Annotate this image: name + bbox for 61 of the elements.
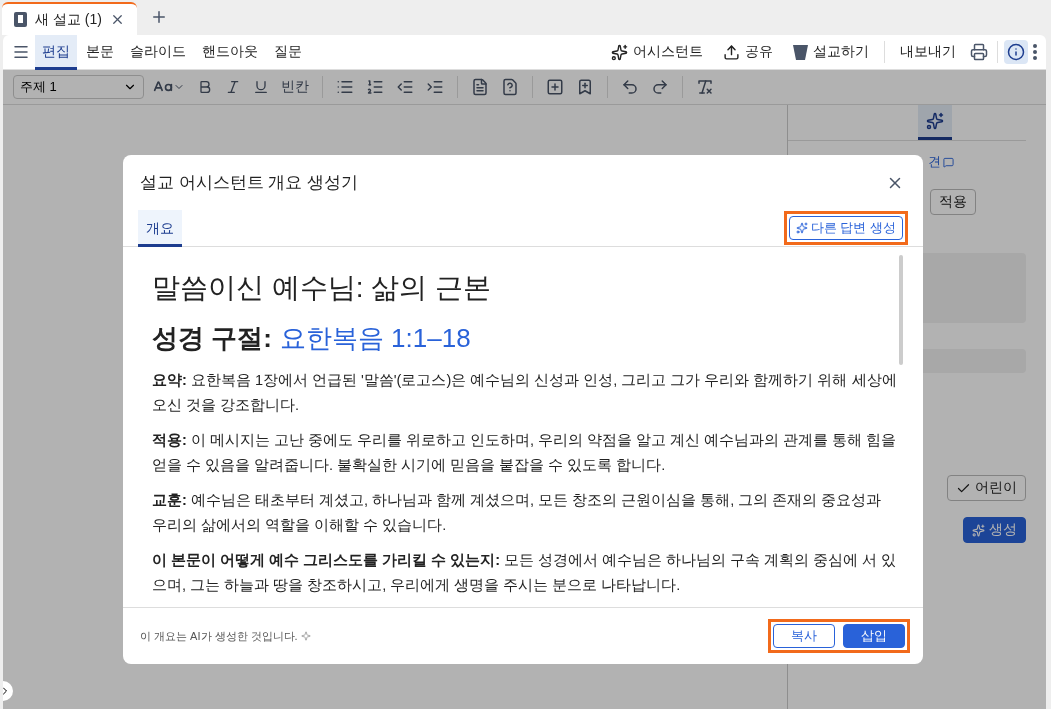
numbered-list-icon bbox=[366, 78, 384, 96]
undo-icon bbox=[621, 78, 639, 96]
redo-icon bbox=[651, 78, 669, 96]
outline-paragraph: 요약: 요한복음 1장에서 언급된 '말씀'(로고스)은 예수님의 신성과 인성, 그리고 그가 우리와 함께하기 위해 세상에 오신 것을 강조합니다. bbox=[152, 371, 898, 415]
tab-title: 새 설교 (1) bbox=[35, 10, 102, 29]
menu-tab[interactable]: 슬라이드 bbox=[123, 35, 193, 70]
assistant-button[interactable]: 어시스턴트 bbox=[602, 39, 712, 65]
comment-icon bbox=[943, 156, 954, 168]
sparkle-icon bbox=[972, 523, 985, 537]
generate-button[interactable]: 생성 bbox=[963, 517, 1026, 543]
menu-tab[interactable]: 핸드아웃 bbox=[195, 35, 265, 70]
feedback-link[interactable]: 견 bbox=[928, 153, 954, 171]
more-button[interactable] bbox=[1030, 41, 1040, 63]
insert-button[interactable]: 삽입 bbox=[843, 624, 905, 648]
italic-icon bbox=[225, 79, 241, 95]
document-icon bbox=[14, 12, 27, 27]
blank-button[interactable]: 빈칸 bbox=[278, 76, 312, 98]
regenerate-button[interactable]: 다른 답변 생성 bbox=[788, 216, 903, 240]
clear-format-icon bbox=[696, 78, 714, 96]
menu-icon bbox=[12, 43, 30, 61]
document-icon bbox=[471, 78, 489, 96]
menu-tab[interactable]: 본문 bbox=[79, 35, 121, 70]
export-button[interactable]: 내보내기 bbox=[891, 39, 965, 65]
more-icon bbox=[1033, 44, 1037, 60]
question-icon bbox=[501, 78, 519, 96]
audience-toggle[interactable]: 어린이 bbox=[947, 475, 1026, 501]
sparkle-icon bbox=[926, 112, 944, 130]
outline-paragraph: 교훈: 예수님은 태초부터 계셨고, 하나님과 함께 계셨으며, 모든 창조의 근원이심을 통해, 그의 존재의 중요성과 우리의 삶에서의 역할을 이해할 수 있습니다. bbox=[152, 491, 883, 535]
ai-notice: 이 개요는 AI가 생성한 것입니다. bbox=[140, 628, 298, 644]
bold-icon bbox=[197, 79, 213, 95]
outdent-icon bbox=[396, 78, 414, 96]
scrollbar-thumb[interactable] bbox=[899, 255, 903, 365]
pulpit-icon bbox=[793, 43, 808, 61]
style-select[interactable]: 주제 1 bbox=[13, 75, 144, 99]
info-button[interactable] bbox=[1004, 40, 1028, 64]
share-icon bbox=[723, 43, 740, 61]
menu-tab[interactable]: 편집 bbox=[35, 35, 77, 70]
indent-icon bbox=[426, 78, 444, 96]
sparkle-icon bbox=[795, 222, 808, 234]
outline-paragraph: 이 본문이 어떻게 예수 그리스도를 가리킬 수 있는지: 모든 성경에서 예수님은 하나님의 구속 계획의 중심에 서 있으며, 그는 하늘과 땅을 창조하시고, 우리에게 생명을 주시는 분으로 나타납니다. bbox=[152, 551, 898, 595]
outline-heading: 말씀이신 예수님: 삶의 근본 bbox=[152, 271, 493, 305]
share-button[interactable]: 공유 bbox=[714, 39, 782, 65]
dialog-title: 설교 어시스턴트 개요 생성기 bbox=[140, 172, 359, 194]
sparkle-icon bbox=[300, 631, 311, 641]
passage-link[interactable]: 요한복음 1:1–18 bbox=[279, 321, 471, 356]
menu-tab[interactable]: 질문 bbox=[267, 35, 309, 70]
outline-paragraph: 적용: 이 메시지는 고난 중에도 우리를 위로하고 인도하며, 우리의 약점을 알고 계신 예수님과의 관계를 통해 힘을 얻을 수 있음을 알려줍니다. 불확실한 시기에 믿음을 붙잡을 수 있도록 합니다. bbox=[152, 431, 898, 475]
sparkle-icon bbox=[611, 43, 628, 61]
print-icon bbox=[970, 43, 988, 61]
browser-tab[interactable]: 새 설교 (1) bbox=[2, 2, 137, 35]
dialog-tab[interactable]: 개요 bbox=[138, 209, 182, 247]
apply-button[interactable]: 적용 bbox=[930, 189, 976, 215]
copy-button[interactable]: 복사 bbox=[773, 624, 835, 648]
assistant-tab[interactable] bbox=[918, 105, 952, 140]
underline-icon bbox=[253, 79, 269, 95]
bookmark-icon bbox=[576, 78, 594, 96]
bullet-list-icon bbox=[336, 78, 354, 96]
preach-button[interactable]: 설교하기 bbox=[784, 39, 878, 65]
passage-label: 성경 구절: bbox=[152, 322, 272, 355]
add-square-icon bbox=[546, 78, 564, 96]
info-icon bbox=[1007, 43, 1025, 61]
